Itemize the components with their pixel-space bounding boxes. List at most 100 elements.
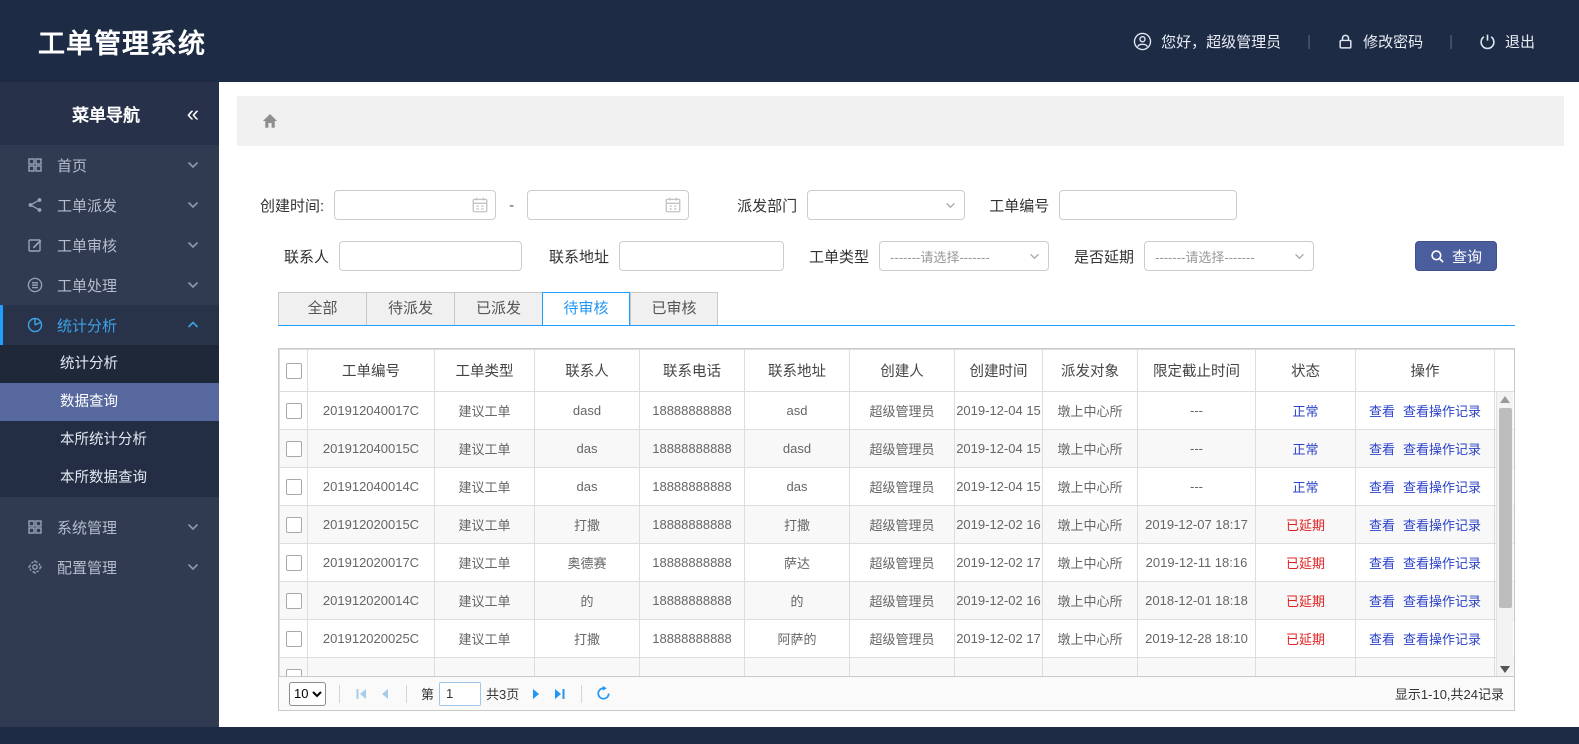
view-link[interactable]: 查看 <box>1369 518 1395 533</box>
address-cell: 的 <box>744 581 850 620</box>
chevron-down-icon <box>1029 253 1040 260</box>
deadline-cell: --- <box>1137 429 1256 468</box>
deadline-cell: 2019-12-11 18:16 <box>1137 543 1256 582</box>
edit-icon <box>27 237 44 254</box>
checkbox-cell <box>279 429 308 468</box>
user-greeting[interactable]: 您好，超级管理员 <box>1133 31 1281 52</box>
dispatch-dept-select[interactable] <box>807 190 966 220</box>
view-link[interactable]: 查看 <box>1369 404 1395 419</box>
view-log-link[interactable]: 查看操作记录 <box>1403 442 1481 457</box>
row-checkbox[interactable] <box>285 554 302 571</box>
collapse-sidebar-icon[interactable]: « <box>187 102 199 125</box>
view-link[interactable]: 查看 <box>1369 442 1395 457</box>
view-log-link[interactable]: 查看操作记录 <box>1403 594 1481 609</box>
phone-cell: 18888888888 <box>639 391 745 430</box>
order-type-select[interactable]: -------请选择------- <box>879 241 1050 271</box>
tab-reviewed[interactable]: 已审核 <box>630 292 718 325</box>
row-checkbox[interactable] <box>285 592 302 609</box>
table-row-partial <box>279 657 1514 676</box>
row-checkbox[interactable] <box>285 630 302 647</box>
row-checkbox[interactable] <box>285 440 302 457</box>
select-all-checkbox[interactable] <box>285 362 302 379</box>
sidebar-subitem-local-stat-analysis[interactable]: 本所统计分析 <box>0 421 219 459</box>
table-row: 201912040017C 建议工单 dasd 18888888888 asd 超级管理员… <box>279 391 1514 430</box>
deadline-cell: --- <box>1137 391 1256 430</box>
sidebar-item-config[interactable]: 配置管理 <box>0 547 219 587</box>
contact-label: 联系人 <box>284 248 330 266</box>
address-input[interactable] <box>619 241 785 271</box>
sidebar-item-dispatch[interactable]: 工单派发 <box>0 185 219 225</box>
order-no-input[interactable] <box>1059 190 1238 220</box>
order-no-cell: 201912040015C <box>307 429 435 468</box>
page-size-select[interactable]: 10 <box>289 681 326 706</box>
type-cell: 建议工单 <box>434 429 535 468</box>
first-page-button[interactable] <box>354 687 368 701</box>
row-checkbox[interactable] <box>285 402 302 419</box>
sidebar-item-statistics[interactable]: 统计分析 <box>0 305 219 345</box>
create-time-end-input[interactable] <box>527 190 690 220</box>
sidebar-item-review[interactable]: 工单审核 <box>0 225 219 265</box>
row-checkbox[interactable] <box>285 668 302 676</box>
next-page-button[interactable] <box>529 687 543 701</box>
view-log-link[interactable]: 查看操作记录 <box>1403 480 1481 495</box>
view-log-link[interactable]: 查看操作记录 <box>1403 404 1481 419</box>
checkbox-cell <box>279 505 308 544</box>
view-log-link[interactable]: 查看操作记录 <box>1403 556 1481 571</box>
vertical-scrollbar[interactable] <box>1496 392 1513 676</box>
change-password-label: 修改密码 <box>1363 33 1424 51</box>
chevron-down-icon <box>187 563 199 571</box>
page-number-input[interactable] <box>439 681 482 706</box>
tab-to-dispatch[interactable]: 待派发 <box>366 292 454 325</box>
view-link[interactable]: 查看 <box>1369 480 1395 495</box>
row-checkbox[interactable] <box>285 516 302 533</box>
logout-button[interactable]: 退出 <box>1479 31 1535 52</box>
delay-select[interactable]: -------请选择------- <box>1144 241 1315 271</box>
record-count-label: 显示1-10,共24记录 <box>1394 687 1504 702</box>
status-badge: 正常 <box>1292 442 1319 457</box>
sidebar-item-system[interactable]: 系统管理 <box>0 507 219 547</box>
sidebar-subitem-local-data-query[interactable]: 本所数据查询 <box>0 459 219 497</box>
target-cell: 墩上中心所 <box>1042 543 1138 582</box>
dispatch-dept-label: 派发部门 <box>737 197 798 215</box>
divider: | <box>1449 32 1453 50</box>
tab-all[interactable]: 全部 <box>278 292 366 325</box>
view-log-link[interactable]: 查看操作记录 <box>1403 518 1481 533</box>
view-link[interactable]: 查看 <box>1369 594 1395 609</box>
order-no-cell: 201912020017C <box>307 543 435 582</box>
status-cell: 正常 <box>1255 391 1356 430</box>
creator-cell: 超级管理员 <box>849 619 955 658</box>
tab-dispatched[interactable]: 已派发 <box>454 292 542 325</box>
create-time-start-input[interactable] <box>334 190 497 220</box>
sidebar-item-home[interactable]: 首页 <box>0 145 219 185</box>
row-checkbox[interactable] <box>285 478 302 495</box>
view-link[interactable]: 查看 <box>1369 632 1395 647</box>
view-link[interactable]: 查看 <box>1369 556 1395 571</box>
last-page-button[interactable] <box>553 687 567 701</box>
empty-cell <box>434 657 535 676</box>
scroll-up-icon[interactable] <box>1500 396 1510 403</box>
refresh-icon[interactable] <box>596 686 611 701</box>
tab-pending-review[interactable]: 待审核 <box>542 292 630 326</box>
search-button-label: 查询 <box>1451 248 1482 266</box>
column-header: 创建人 <box>849 349 955 392</box>
sidebar-subitem-stat-analysis[interactable]: 统计分析 <box>0 345 219 383</box>
home-icon[interactable] <box>261 112 279 130</box>
sidebar-item-process[interactable]: 工单处理 <box>0 265 219 305</box>
delay-label: 是否延期 <box>1074 248 1135 266</box>
status-badge: 已延期 <box>1285 518 1325 533</box>
order-type-label: 工单类型 <box>809 248 870 266</box>
prev-page-button[interactable] <box>378 687 392 701</box>
sidebar-subitem-data-query[interactable]: 数据查询 <box>0 383 219 421</box>
date-range-separator: - <box>509 196 515 214</box>
view-log-link[interactable]: 查看操作记录 <box>1403 632 1481 647</box>
sidebar-header: 菜单导航 « <box>0 82 219 145</box>
change-password-button[interactable]: 修改密码 <box>1337 31 1423 52</box>
search-button[interactable]: 查询 <box>1414 241 1497 271</box>
table-row: 201912020017C 建议工单 奥德赛 18888888888 萨达 超级管理员 20… <box>279 543 1514 582</box>
scroll-down-icon[interactable] <box>1500 666 1510 673</box>
scrollbar-thumb[interactable] <box>1499 408 1512 608</box>
contact-input[interactable] <box>339 241 523 271</box>
address-cell: 阿萨的 <box>744 619 850 658</box>
order-no-label: 工单编号 <box>989 197 1050 215</box>
table-row: 201912020025C 建议工单 打撒 18888888888 阿萨的 超级管理员 20… <box>279 619 1514 658</box>
